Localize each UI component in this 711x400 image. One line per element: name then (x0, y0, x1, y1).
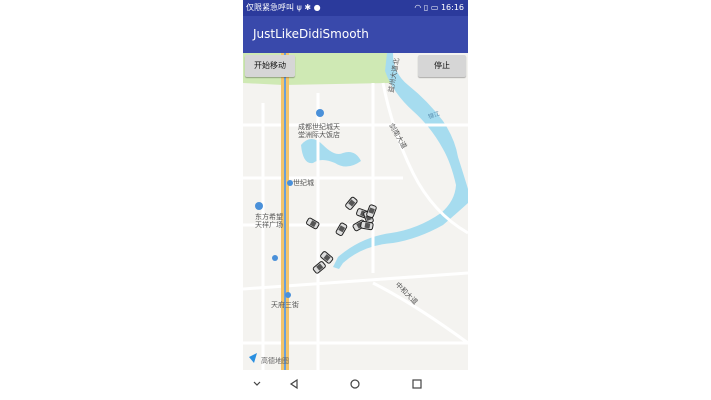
poi-tianfu-icon[interactable] (285, 292, 291, 298)
sim-icon: ▯ (423, 3, 429, 12)
home-icon[interactable] (349, 378, 361, 390)
app-bar: JustLikeDidiSmooth (243, 16, 468, 53)
debug-icon: ✱ (304, 3, 312, 12)
wifi-icon: ◠ (414, 3, 422, 12)
poi-square-icon[interactable] (255, 202, 263, 210)
alert-icon: ● (313, 3, 321, 12)
battery-icon: ▭ (430, 3, 439, 12)
app-title: JustLikeDidiSmooth (253, 27, 369, 41)
poi-hotel-label-2: 堂洲际大饭店 (298, 130, 340, 139)
square-label-1: 东方希望 (255, 212, 283, 221)
phone-screen: 仅限紧急呼叫 ψ ✱ ● ◠ ▯ ▭ 16:16 JustLikeDidiSmo… (243, 0, 468, 400)
highway (281, 53, 289, 370)
recents-icon[interactable] (411, 378, 423, 390)
back-icon[interactable] (288, 378, 300, 390)
square-label-2: 天祥广场 (255, 220, 283, 229)
poi-hotel-label-1: 成都世纪城天 (298, 122, 340, 131)
clock: 16:16 (440, 3, 464, 12)
tianfu-label: 天府三街 (271, 300, 299, 309)
status-bar: 仅限紧急呼叫 ψ ✱ ● ◠ ▯ ▭ 16:16 (243, 0, 468, 16)
map-view[interactable]: 成都世纪城天 堂洲际大饭店 世纪城 东方希望 天祥广场 天府三街 益州大道北 剑… (243, 53, 468, 370)
start-moving-button[interactable]: 开始移动 (245, 55, 295, 77)
car-marker (360, 220, 374, 231)
amap-logo-text: 高德地图 (261, 356, 289, 365)
poi-eye-icon[interactable] (272, 255, 278, 261)
poi-hotel-icon[interactable] (316, 109, 324, 117)
stop-button[interactable]: 停止 (418, 55, 466, 77)
carrier-text: 仅限紧急呼叫 (246, 3, 294, 12)
century-city-label: 世纪城 (293, 178, 314, 187)
usb-icon: ψ (296, 3, 302, 12)
chevron-down-icon[interactable] (251, 378, 263, 390)
nav-bar (243, 370, 468, 400)
map-land (243, 53, 468, 370)
